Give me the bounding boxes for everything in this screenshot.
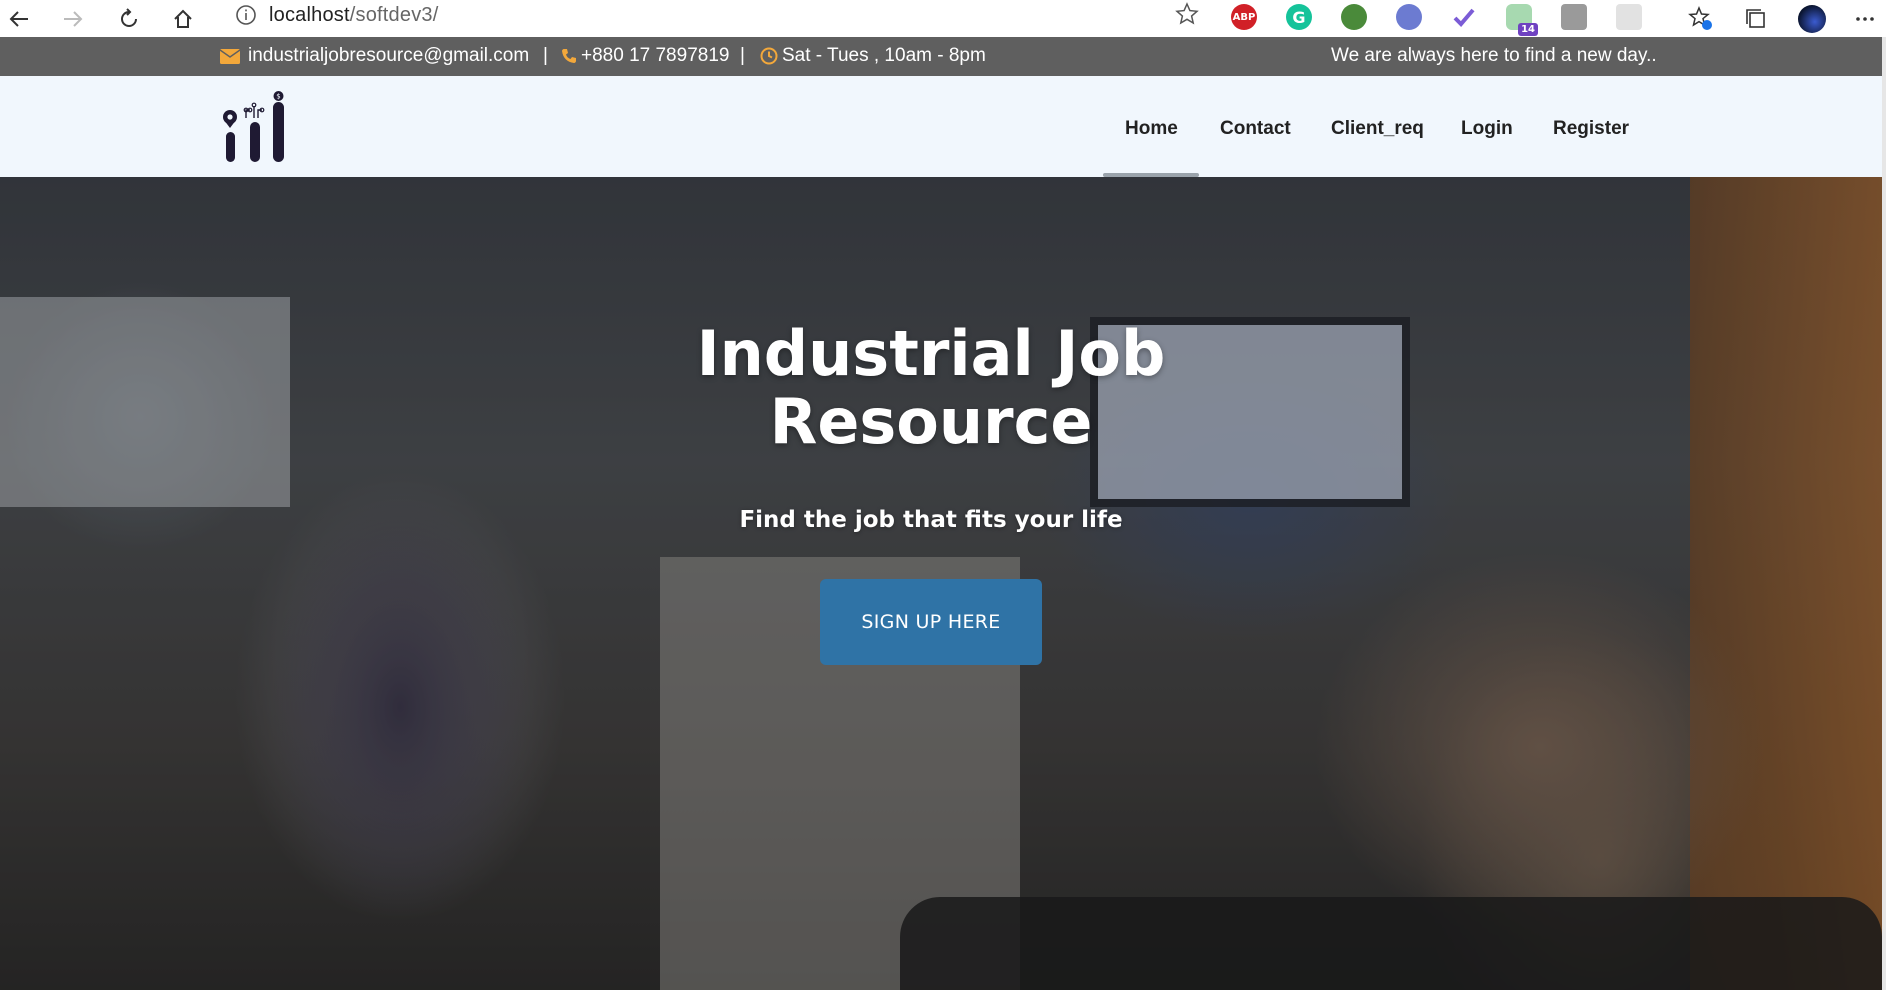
- nav-client-req[interactable]: Client_req: [1331, 118, 1424, 140]
- forward-arrow-icon[interactable]: [58, 4, 88, 34]
- blank-extension-icon[interactable]: [1616, 4, 1642, 30]
- separator: |: [543, 45, 548, 66]
- reload-icon[interactable]: [114, 4, 144, 34]
- more-options-icon[interactable]: [1850, 4, 1880, 34]
- url-text: localhost/softdev3/: [269, 4, 439, 26]
- hours-text: Sat - Tues , 10am - 8pm: [782, 45, 986, 66]
- hero-subtitle: Find the job that fits your life: [739, 507, 1123, 533]
- person-extension-icon[interactable]: [1561, 4, 1587, 30]
- nav-contact[interactable]: Contact: [1220, 118, 1291, 140]
- tagline-text: We are always here to find a new day..: [1331, 45, 1657, 66]
- back-arrow-icon[interactable]: [4, 4, 34, 34]
- profile-avatar-icon[interactable]: [1797, 4, 1827, 34]
- separator: |: [740, 45, 745, 66]
- envelope-icon: [220, 48, 240, 64]
- site-logo[interactable]: $: [220, 90, 290, 172]
- email-text: industrialjobresource@gmail.com: [248, 45, 530, 66]
- hero-title: Industrial Job Resource: [641, 320, 1221, 456]
- nav-login[interactable]: Login: [1461, 118, 1513, 140]
- hero-title-line1: Industrial Job: [696, 317, 1166, 390]
- svg-text:$: $: [276, 93, 280, 101]
- adblock-icon[interactable]: ABP: [1231, 4, 1257, 30]
- email-item[interactable]: industrialjobresource@gmail.com: [220, 45, 529, 67]
- site-header: $ Home Contact Client_req Login Register: [0, 76, 1882, 177]
- info-icon[interactable]: [235, 4, 257, 31]
- favorite-star-icon[interactable]: [1175, 2, 1199, 31]
- hero-title-line2: Resource: [769, 385, 1093, 458]
- hero-section: Industrial Job Resource Find the job tha…: [0, 177, 1882, 990]
- clock-icon: [760, 47, 778, 65]
- sign-up-button[interactable]: SIGN UP HERE: [820, 579, 1042, 665]
- browser-toolbar: localhost/softdev3/ ABP G 14: [0, 0, 1886, 37]
- grammarly-icon[interactable]: G: [1286, 4, 1312, 30]
- hours-item: Sat - Tues , 10am - 8pm: [760, 45, 986, 67]
- nav-register[interactable]: Register: [1553, 118, 1629, 140]
- globe-extension-icon[interactable]: [1341, 4, 1367, 30]
- badge-extension-icon[interactable]: 14: [1506, 4, 1538, 36]
- check-extension-icon[interactable]: [1451, 4, 1477, 30]
- phone-text: +880 17 7897819: [581, 45, 730, 66]
- address-bar[interactable]: localhost/softdev3/: [219, 0, 1199, 31]
- home-icon[interactable]: [168, 4, 198, 34]
- tagline: We are always here to find a new day..: [1331, 45, 1657, 67]
- collections-icon[interactable]: [1741, 4, 1771, 34]
- phone-icon: [561, 48, 577, 64]
- phone-item[interactable]: +880 17 7897819: [561, 45, 729, 67]
- favorites-icon[interactable]: [1686, 4, 1716, 34]
- nav-home[interactable]: Home: [1125, 118, 1178, 140]
- contact-info-bar: industrialjobresource@gmail.com | +880 1…: [0, 37, 1882, 76]
- page-scrollbar[interactable]: [1882, 37, 1886, 990]
- owl-extension-icon[interactable]: [1396, 4, 1422, 30]
